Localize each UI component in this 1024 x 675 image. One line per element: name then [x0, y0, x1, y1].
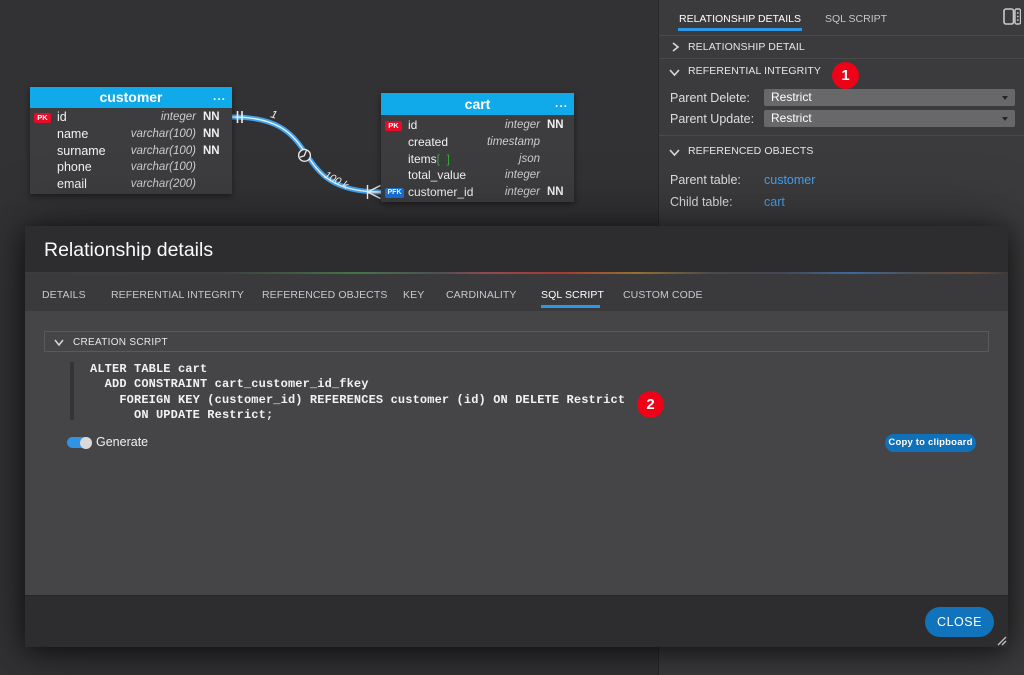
- svg-text:1: 1: [269, 108, 278, 121]
